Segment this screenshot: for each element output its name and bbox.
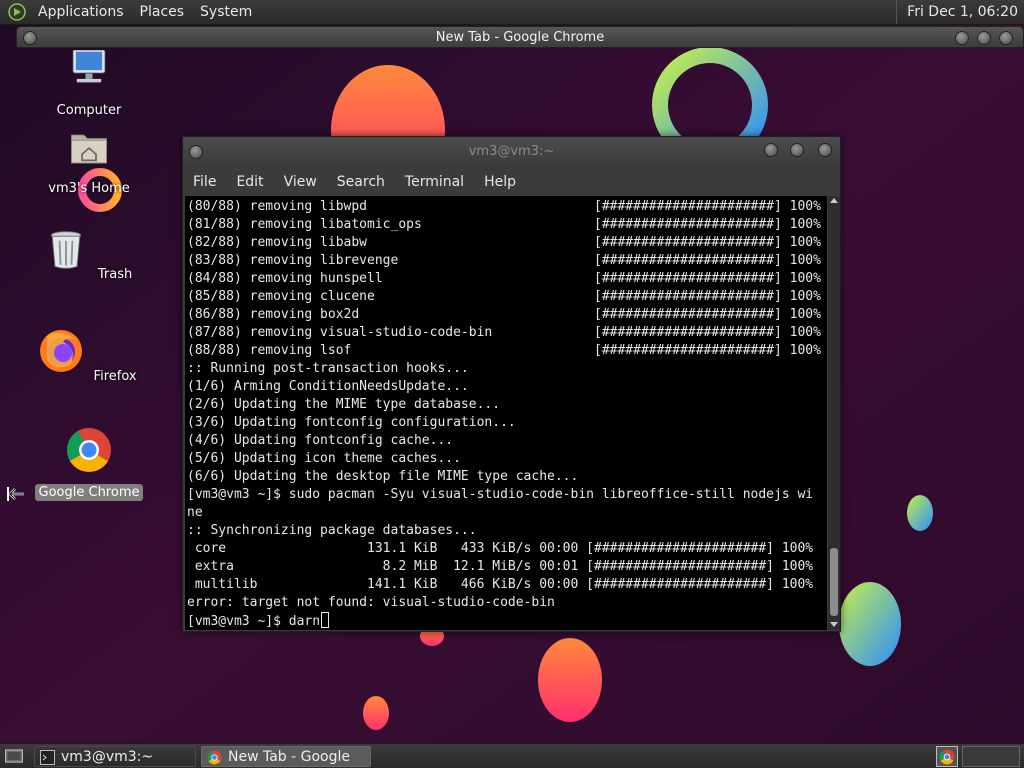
- terminal-line: error: target not found: visual-studio-c…: [187, 595, 555, 610]
- desktop-icon-label: Google Chrome: [34, 484, 144, 501]
- terminal-line: (87/88) removing visual-studio-code-bin …: [187, 325, 821, 340]
- terminal-line: (85/88) removing clucene [##############…: [187, 289, 821, 304]
- terminal-title: vm3@vm3:~: [468, 144, 555, 159]
- show-desktop-icon[interactable]: [4, 748, 24, 765]
- maximize-button[interactable]: [977, 31, 991, 45]
- distro-logo-icon[interactable]: [8, 3, 26, 21]
- chrome-window-title: New Tab - Google Chrome: [435, 30, 605, 45]
- command-input[interactable]: darn: [289, 614, 320, 629]
- terminal-icon: [40, 750, 55, 765]
- taskbar-item-label: vm3@vm3:~: [61, 749, 154, 765]
- firefox-icon: [40, 330, 83, 372]
- chrome-icon: [67, 428, 111, 472]
- shell-prompt: [vm3@vm3 ~]$: [187, 614, 289, 629]
- terminal-line: extra 8.2 MiB 12.1 MiB/s 00:01 [########…: [187, 559, 814, 574]
- terminal-line: (1/6) Arming ConditionNeedsUpdate...: [187, 379, 469, 394]
- terminal-line: multilib 141.1 KiB 466 KiB/s 00:00 [####…: [187, 577, 814, 592]
- menu-terminal[interactable]: Terminal: [395, 174, 474, 190]
- terminal-line: (4/6) Updating fontconfig cache...: [187, 433, 454, 448]
- terminal-line: :: Running post-transaction hooks...: [187, 361, 469, 376]
- resize-cursor-icon: [7, 487, 24, 501]
- terminal-line: (6/6) Updating the desktop file MIME typ…: [187, 469, 579, 484]
- chrome-icon: [207, 750, 222, 765]
- terminal-line: (86/88) removing box2d [################…: [187, 307, 821, 322]
- scroll-up-icon[interactable]: [830, 198, 838, 203]
- terminal-menubar: File Edit View Search Terminal Help: [183, 167, 840, 196]
- terminal-titlebar[interactable]: vm3@vm3:~: [183, 137, 840, 167]
- places-menu[interactable]: Places: [132, 0, 193, 25]
- close-button[interactable]: [818, 143, 832, 157]
- terminal-line: (81/88) removing libatomic_ops [########…: [187, 217, 821, 232]
- desktop-icon-chrome[interactable]: Google Chrome: [34, 426, 144, 501]
- terminal-line: (83/88) removing librevenge [###########…: [187, 253, 821, 268]
- bottom-taskbar: vm3@vm3:~ New Tab - Google C...: [0, 743, 1024, 768]
- terminal-scrollbar[interactable]: [828, 196, 840, 630]
- desktop-icon-home[interactable]: vm3's Home: [34, 128, 144, 197]
- terminal-line: core 131.1 KiB 433 KiB/s 00:00 [########…: [187, 541, 814, 556]
- desktop-icon-label: Computer: [56, 103, 122, 118]
- applications-menu[interactable]: Applications: [30, 0, 132, 25]
- menu-edit[interactable]: Edit: [226, 174, 273, 190]
- panel-clock[interactable]: Fri Dec 1, 06:20: [896, 0, 1024, 24]
- terminal-line: ne: [187, 505, 203, 520]
- terminal-line: [vm3@vm3 ~]$ sudo pacman -Syu visual-stu…: [187, 487, 814, 502]
- workspace-switcher[interactable]: [936, 746, 958, 767]
- terminal-prompt-line[interactable]: [vm3@vm3 ~]$ darn: [187, 612, 827, 630]
- chrome-icon: [939, 749, 955, 765]
- menu-view[interactable]: View: [274, 174, 327, 190]
- terminal-line: (5/6) Updating icon theme caches...: [187, 451, 461, 466]
- desktop-icon-label: Firefox: [93, 369, 137, 384]
- terminal-line: (80/88) removing libwpd [###############…: [187, 199, 821, 214]
- system-menu[interactable]: System: [192, 0, 260, 25]
- menu-search[interactable]: Search: [327, 174, 395, 190]
- computer-icon: [72, 49, 106, 83]
- scrollbar-thumb[interactable]: [830, 548, 838, 616]
- workspace-switcher-empty[interactable]: [962, 746, 1020, 767]
- terminal-line: (82/88) removing libabw [###############…: [187, 235, 821, 250]
- maximize-button[interactable]: [790, 143, 804, 157]
- terminal-output[interactable]: (80/88) removing libwpd [###############…: [185, 196, 827, 630]
- terminal-line: (84/88) removing hunspell [#############…: [187, 271, 821, 286]
- terminal-line: (2/6) Updating the MIME type database...: [187, 397, 501, 412]
- desktop-icon-computer[interactable]: Computer: [34, 49, 144, 119]
- terminal-window[interactable]: vm3@vm3:~ File Edit View Search Terminal…: [182, 136, 841, 632]
- menu-help[interactable]: Help: [474, 174, 526, 190]
- menu-file[interactable]: File: [183, 174, 226, 190]
- chrome-window-titlebar[interactable]: New Tab - Google Chrome: [16, 26, 1024, 48]
- taskbar-item-chrome[interactable]: New Tab - Google C...: [201, 746, 371, 767]
- terminal-line: (88/88) removing lsof [#################…: [187, 343, 821, 358]
- home-folder-icon: [71, 134, 107, 164]
- taskbar-item-terminal[interactable]: vm3@vm3:~: [34, 746, 196, 767]
- minimize-button[interactable]: [764, 143, 778, 157]
- desktop-icon-label: vm3's Home: [48, 181, 130, 196]
- terminal-line: (3/6) Updating fontconfig configuration.…: [187, 415, 516, 430]
- top-panel: Applications Places System Fri Dec 1, 06…: [0, 0, 1024, 25]
- desktop-icon-label: Trash: [97, 267, 133, 282]
- terminal-line: :: Synchronizing package databases...: [187, 523, 477, 538]
- scroll-down-icon[interactable]: [830, 622, 838, 627]
- close-button[interactable]: [999, 31, 1013, 45]
- text-cursor: [321, 612, 330, 628]
- trash-icon: [50, 231, 81, 269]
- taskbar-item-label: New Tab - Google C...: [228, 749, 351, 765]
- desktop-icon-firefox[interactable]: Firefox: [34, 326, 144, 385]
- minimize-button[interactable]: [955, 31, 969, 45]
- desktop-icon-trash[interactable]: Trash: [34, 228, 144, 283]
